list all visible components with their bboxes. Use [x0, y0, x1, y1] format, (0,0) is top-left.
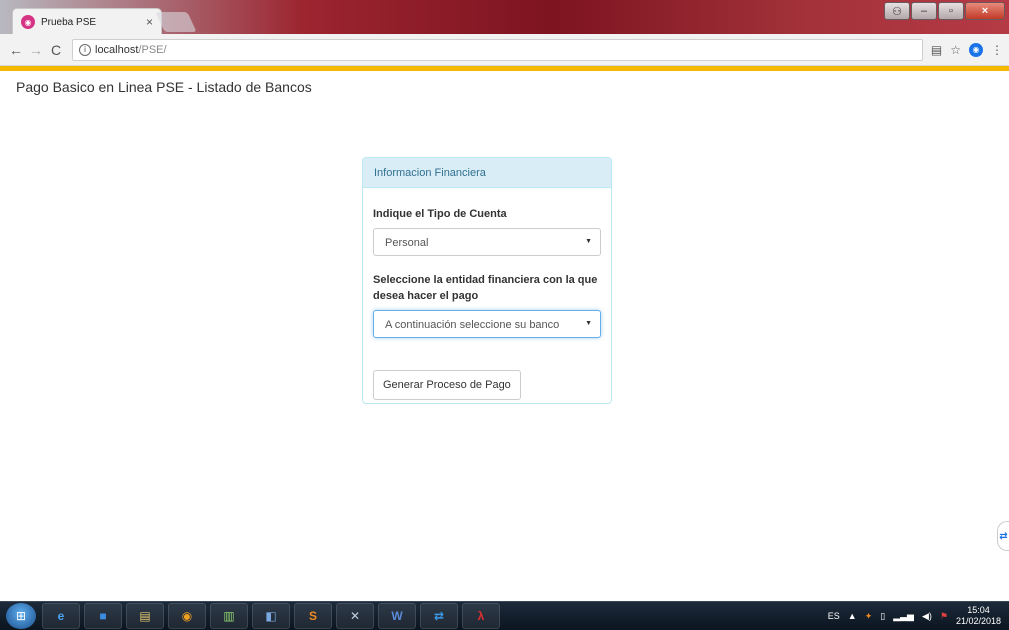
files-icon[interactable]: ▤: [126, 603, 164, 629]
chart-icon[interactable]: ▥: [210, 603, 248, 629]
minimize-button[interactable]: –: [911, 2, 937, 20]
ie-icon[interactable]: e: [42, 603, 80, 629]
generate-payment-button[interactable]: Generar Proceso de Pago: [373, 370, 521, 400]
power-icon[interactable]: ▯: [880, 611, 885, 622]
browser-tab[interactable]: ◉ Prueba PSE ×: [12, 8, 162, 35]
flag-icon[interactable]: ⚑: [940, 611, 948, 622]
dropdown-caret-icon: ▼: [585, 238, 592, 245]
extension-icon[interactable]: ◉: [969, 42, 983, 57]
taskbar-apps: e ■ ▤ ◉ ▥ ◧ S ✕ W ⇄ λ: [42, 603, 500, 629]
address-bar[interactable]: i localhost/PSE/: [72, 38, 923, 61]
browser-toolbar: ← → C i localhost/PSE/ ▤ ☆ ◉ ⋮: [0, 34, 1009, 66]
url-path: /PSE/: [138, 43, 167, 56]
panel-body: Indique el Tipo de Cuenta Personal ▼ Sel…: [363, 206, 611, 400]
clock-date: 21/02/2018: [955, 616, 1001, 626]
panel-heading: Informacion Financiera: [363, 158, 611, 188]
bookmark-star-icon[interactable]: ☆: [950, 43, 961, 57]
account-type-select[interactable]: Personal ▼: [373, 228, 601, 256]
translate-icon[interactable]: ▤: [931, 43, 942, 57]
site-favicon-icon: ◉: [21, 15, 35, 29]
media-icon[interactable]: ■: [84, 603, 122, 629]
bank-select-value: A continuación seleccione su banco: [385, 319, 560, 331]
bank-label: Seleccione la entidad financiera con la …: [373, 274, 598, 302]
network-icon[interactable]: ▂▃▅: [893, 611, 914, 622]
tab-close-icon[interactable]: ×: [146, 15, 153, 29]
windows-taskbar: ⊞ e ■ ▤ ◉ ▥ ◧ S ✕ W ⇄ λ ES ▲ ✦ ▯ ▂▃▅ ◀) …: [0, 601, 1009, 630]
folder-icon[interactable]: ◧: [252, 603, 290, 629]
teamviewer-side-widget-icon[interactable]: ⇄: [997, 521, 1009, 551]
maximize-button[interactable]: ▫: [938, 2, 964, 20]
sublime-icon[interactable]: S: [294, 603, 332, 629]
page-title: Pago Basico en Linea PSE - Listado de Ba…: [16, 79, 312, 95]
tray-app-icon[interactable]: ✦: [865, 611, 873, 622]
acrobat-icon[interactable]: λ: [462, 603, 500, 629]
start-button-icon[interactable]: ⊞: [6, 603, 36, 629]
clock-time: 15:04: [967, 605, 990, 615]
clock[interactable]: 15:04 21/02/2018: [956, 605, 1001, 627]
browser-titlebar: ◉ Prueba PSE × ⚇ – ▫ ×: [0, 0, 1009, 35]
system-tray: ES ▲ ✦ ▯ ▂▃▅ ◀) ⚑ 15:04 21/02/2018: [828, 605, 1009, 627]
language-indicator[interactable]: ES: [828, 611, 840, 621]
word-icon[interactable]: W: [378, 603, 416, 629]
close-window-button[interactable]: ×: [965, 2, 1005, 20]
user-profile-icon[interactable]: ⚇: [884, 2, 910, 20]
site-info-icon[interactable]: i: [79, 43, 91, 56]
tab-title: Prueba PSE: [41, 16, 97, 28]
window-controls: ⚇ – ▫ ×: [884, 2, 1005, 20]
url-host: localhost: [95, 43, 139, 56]
forward-button[interactable]: →: [26, 42, 46, 58]
reload-button[interactable]: C: [46, 42, 66, 58]
chrome-icon[interactable]: ◉: [168, 603, 206, 629]
dropdown-caret-icon: ▼: [585, 320, 592, 327]
account-type-label: Indique el Tipo de Cuenta: [373, 208, 507, 220]
financial-info-panel: Informacion Financiera Indique el Tipo d…: [362, 157, 612, 404]
accent-bar: [0, 66, 1009, 71]
volume-icon[interactable]: ◀): [922, 611, 932, 622]
tools-icon[interactable]: ✕: [336, 603, 374, 629]
account-type-value: Personal: [385, 237, 429, 249]
bank-select[interactable]: A continuación seleccione su banco ▼: [373, 310, 601, 338]
teamviewer-icon[interactable]: ⇄: [420, 603, 458, 629]
back-button[interactable]: ←: [6, 42, 26, 58]
menu-kebab-icon[interactable]: ⋮: [991, 43, 1003, 57]
tray-expand-icon[interactable]: ▲: [848, 611, 857, 621]
